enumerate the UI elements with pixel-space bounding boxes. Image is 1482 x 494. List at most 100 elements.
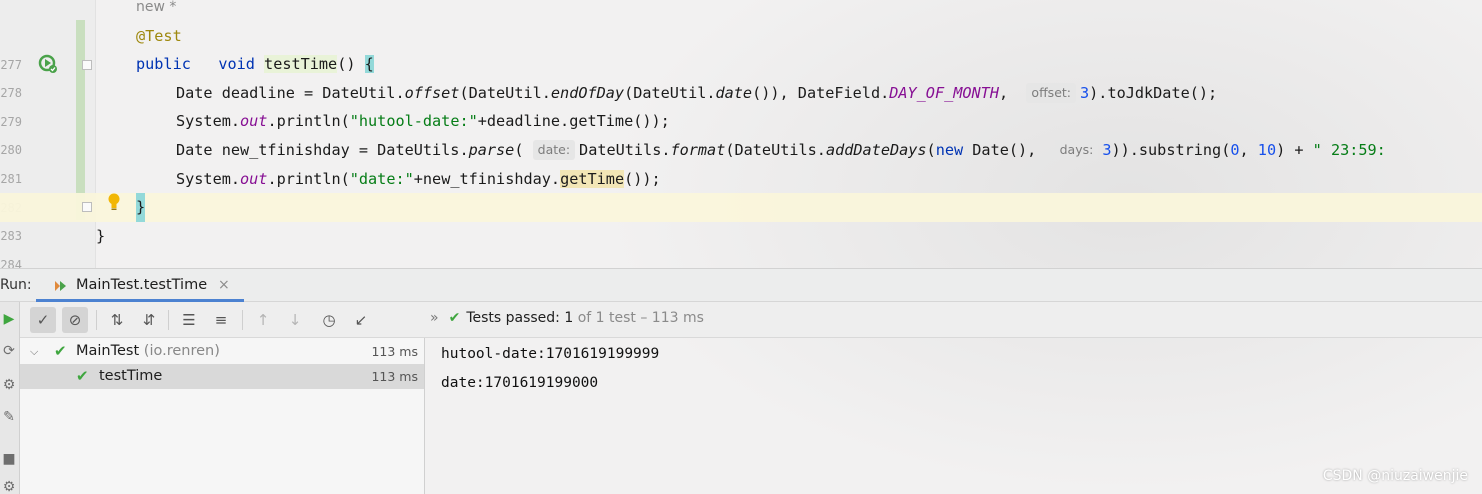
sort-alphabetically-icon[interactable]: ⇅	[104, 307, 130, 333]
code-text: (DateUtil.	[624, 84, 716, 102]
code-text: .println(	[267, 170, 350, 188]
code-text: System.	[176, 112, 241, 130]
code-statement: Date new_tfinishday = DateUtils.parse( d…	[176, 136, 1386, 165]
brace: }	[136, 193, 146, 222]
code-text: (	[926, 141, 936, 159]
code-editor[interactable]: new * 277 @Test 278 public void testTime…	[0, 0, 1482, 268]
parameter-hint: date:	[532, 140, 576, 160]
run-config-icon	[54, 278, 68, 292]
parameter-hint: days:	[1054, 140, 1099, 160]
import-tests-icon[interactable]: ↙	[348, 307, 374, 333]
fold-marker-icon[interactable]	[82, 60, 92, 70]
run-panel-header: Run: MainTest.testTime ×	[0, 268, 1482, 302]
code-text: (DateUtil.	[459, 84, 551, 102]
code-text: offset	[404, 84, 460, 102]
code-text: ) +	[1276, 141, 1313, 159]
more-icon[interactable]: »	[430, 310, 439, 326]
code-text: out	[240, 112, 268, 130]
code-text: endOfDay	[550, 84, 625, 102]
code-text: parse	[468, 141, 515, 159]
code-text: +new_tfinishday.	[413, 170, 561, 188]
stop-icon[interactable]: ■	[0, 450, 18, 468]
test-history-icon[interactable]: ◷	[316, 307, 342, 333]
test-status: » ✔ Tests passed: 1 of 1 test – 113 ms	[430, 310, 704, 326]
toolbar-separator	[168, 310, 169, 330]
code-text: format	[670, 141, 726, 159]
fold-marker-icon[interactable]	[82, 202, 92, 212]
tree-item-label: MainTest (io.renren)	[76, 339, 220, 364]
keyword: void	[218, 55, 255, 73]
rerun-failed-icon[interactable]: ⟳	[0, 342, 18, 360]
code-line: 280 System.out.println("hutool-date:"+de…	[0, 107, 1482, 157]
code-text: Date new_tfinishday = DateUtils.	[176, 141, 469, 159]
code-text: ,	[998, 84, 1009, 102]
code-statement: Date deadline = DateUtil.offset(DateUtil…	[176, 79, 1217, 108]
test-tree: ⌵ ✔ MainTest (io.renren) 113 ms ✔ testTi…	[20, 338, 425, 494]
previous-test-icon[interactable]: ↑	[250, 307, 276, 333]
expand-all-icon[interactable]: ☰	[176, 307, 202, 333]
sort-by-duration-icon[interactable]: ⇵	[136, 307, 162, 333]
annotation: @Test	[136, 27, 182, 45]
test-runner-toolbar: ✓ ⊘ ⇅ ⇵ ☰ ≡ ↑ ↓ ◷ ↙ » ✔ Tests passed: 1 of…	[20, 302, 1482, 338]
run-label: Run:	[0, 277, 32, 293]
keyword: public	[136, 55, 191, 73]
show-passed-icon[interactable]: ✓	[30, 307, 56, 333]
tree-item-testtime[interactable]: ✔ testTime 113 ms	[20, 364, 424, 389]
test-package: (io.renren)	[139, 343, 220, 359]
code-text: ());	[624, 170, 661, 188]
code-text: DAY_OF_MONTH	[889, 84, 999, 102]
watermark: CSDN @niuzaiwenjie	[1322, 468, 1468, 484]
code-text: addDateDays	[825, 141, 927, 159]
method-signature: public void testTime() {	[136, 50, 374, 79]
code-text: getTime	[560, 170, 625, 188]
code-line: new *	[0, 0, 1482, 22]
brace: }	[96, 227, 106, 245]
next-test-icon[interactable]: ↓	[282, 307, 308, 333]
code-line: 278 public void testTime() {	[0, 50, 1482, 100]
run-test-icon[interactable]	[38, 54, 58, 74]
run-side-toolbar: ▶ ⟳ ⚙ ✎ ■ ⚙	[0, 302, 20, 494]
code-text: 3	[1080, 84, 1090, 102]
tab-maintest-testtime[interactable]: MainTest.testTime ×	[36, 269, 244, 302]
lightbulb-icon[interactable]	[107, 193, 121, 211]
console-line: hutool-date:1701619199999	[441, 346, 660, 362]
code-text: ()), DateField.	[752, 84, 890, 102]
rerun-icon[interactable]: ▶	[0, 310, 18, 328]
show-ignored-icon[interactable]: ⊘	[62, 307, 88, 333]
tree-item-label: testTime	[99, 368, 163, 384]
code-statement: System.out.println("date:"+new_tfinishda…	[176, 165, 661, 194]
parameter-hint: offset:	[1026, 83, 1076, 103]
code-text: DateUtils.	[579, 141, 671, 159]
tab-label: MainTest.testTime	[76, 277, 208, 293]
code-text: out	[240, 170, 268, 188]
code-text: )).substring(	[1111, 141, 1231, 159]
author-hint: new *	[136, 0, 177, 15]
collapse-all-icon[interactable]: ≡	[208, 307, 234, 333]
code-line: 281 Date new_tfinishday = DateUtils.pars…	[0, 136, 1482, 186]
code-text: 10	[1257, 141, 1277, 159]
code-line: 285	[0, 251, 1482, 268]
test-duration: 113 ms	[371, 344, 418, 359]
chevron-down-icon[interactable]: ⌵	[30, 339, 38, 364]
code-text: ,	[1239, 141, 1258, 159]
wrench-icon[interactable]: ✎	[0, 408, 18, 426]
close-icon[interactable]: ×	[218, 277, 230, 293]
code-text: (	[514, 141, 524, 159]
string-literal: "date:"	[349, 170, 414, 188]
brace: {	[364, 55, 374, 73]
test-class-name: MainTest	[76, 343, 140, 359]
check-icon: ✔	[448, 310, 461, 326]
tree-item-maintest[interactable]: ⌵ ✔ MainTest (io.renren) 113 ms	[20, 339, 424, 364]
status-main: Tests passed: 1	[466, 310, 574, 326]
code-statement: System.out.println("hutool-date:"+deadli…	[176, 107, 670, 136]
code-line: 282 System.out.println("date:"+new_tfini…	[0, 165, 1482, 215]
code-text: 0	[1230, 141, 1240, 159]
string-literal: " 23:59:	[1312, 141, 1386, 159]
debug-icon[interactable]: ⚙	[0, 376, 18, 394]
toolbar-separator	[242, 310, 243, 330]
code-text: ).toJdkDate();	[1089, 84, 1218, 102]
code-text: System.	[176, 170, 241, 188]
code-line: 279 Date deadline = DateUtil.offset(Date…	[0, 79, 1482, 129]
check-icon: ✔	[76, 367, 89, 385]
settings-icon[interactable]: ⚙	[0, 478, 18, 494]
